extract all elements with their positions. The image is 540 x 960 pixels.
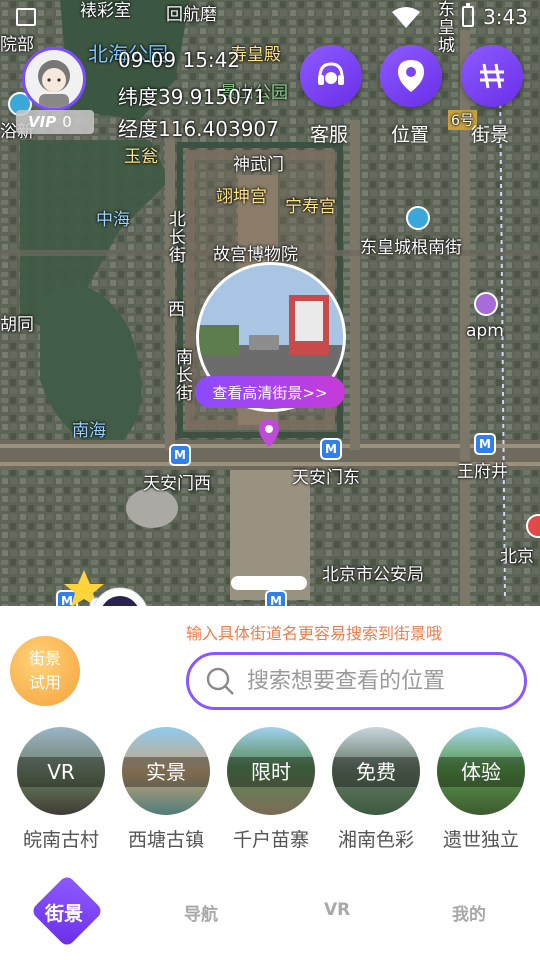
category-item[interactable]: 实景 西塘古镇 <box>120 727 212 852</box>
customer-service-label: 客服 <box>310 124 349 146</box>
search-hint: 输入具体街道名更容易搜索到街景哦 <box>186 624 443 643</box>
map-label: 胡同 <box>0 315 34 335</box>
vip-count: 0 <box>62 113 72 131</box>
vip-badge[interactable]: VIP 0 <box>16 110 94 134</box>
view-hd-street-view-button[interactable]: 查看高清街景>> <box>195 376 345 408</box>
status-bar: 3:43 <box>0 0 540 34</box>
category-item[interactable]: VR 皖南古村 <box>15 727 107 852</box>
metro-icon: M <box>474 433 496 455</box>
customer-service-button[interactable] <box>300 45 362 107</box>
sheet-drag-handle[interactable] <box>231 576 307 590</box>
category-thumbnail: VR <box>17 727 105 815</box>
tab-label: 街景 <box>45 903 84 925</box>
trial-label-line1: 街景 <box>28 649 61 668</box>
category-name: 湘南色彩 <box>337 829 414 851</box>
map-label: 翊坤宫 <box>216 187 267 207</box>
vip-label: VIP <box>28 113 57 131</box>
category-name: 皖南古村 <box>22 829 99 851</box>
category-item[interactable]: 限时 千户苗寨 <box>225 727 317 852</box>
trial-label-line2: 试用 <box>28 673 61 692</box>
location-pin-icon <box>398 60 424 92</box>
map-label: 王府井 <box>457 462 508 482</box>
metro-icon: M <box>265 590 287 606</box>
category-name: 遗世独立 <box>442 829 519 851</box>
category-tag: 免费 <box>332 757 420 787</box>
satellite-map[interactable]: 院部 浴新 裱彩室 回航磨 北海公园 寿皇殿 景山公园 东皇城 玉瓮 神武门 翊… <box>0 0 540 606</box>
map-label: 宁寿宫 <box>285 197 336 217</box>
street-view-icon <box>480 63 504 89</box>
bottom-sheet: 输入具体街道名更容易搜索到街景哦 街景 试用 VR 皖南古村 实景 西塘古镇 限… <box>0 606 540 960</box>
category-list: VR 皖南古村 实景 西塘古镇 限时 千户苗寨 免费 湘南色彩 体验 遗世独立 <box>0 727 540 857</box>
location-label: 位置 <box>391 124 430 146</box>
search-input[interactable] <box>247 668 507 694</box>
metro-icon: M <box>169 444 191 466</box>
metro-icon: M <box>320 438 342 460</box>
latitude-text: 纬度39.915071 <box>118 85 267 109</box>
category-item[interactable]: 免费 湘南色彩 <box>330 727 422 852</box>
category-tag: 实景 <box>122 757 210 787</box>
location-button[interactable] <box>380 45 442 107</box>
avatar[interactable] <box>22 47 86 111</box>
category-tag: VR <box>17 757 105 787</box>
tab-vr[interactable]: VR <box>324 900 350 920</box>
map-label: 南海 <box>72 421 106 441</box>
street-view-trial-button[interactable]: 街景 试用 <box>10 636 80 706</box>
battery-icon <box>462 3 474 27</box>
search-icon <box>206 667 234 695</box>
map-label: 北京 <box>500 547 534 567</box>
category-name: 千户苗寨 <box>232 829 309 851</box>
category-tag: 体验 <box>437 757 525 787</box>
street-view-button[interactable] <box>461 45 523 107</box>
category-thumbnail: 限时 <box>227 727 315 815</box>
map-label: 南长街 <box>172 348 192 402</box>
map-label: 天安门东 <box>292 468 360 488</box>
category-item[interactable]: 体验 遗世独立 <box>435 727 527 852</box>
map-label: apm <box>466 321 504 341</box>
bottom-tab-bar: 街景 导航 VR 我的 <box>0 874 540 960</box>
category-tag: 限时 <box>227 757 315 787</box>
map-label: 东皇城根南街 <box>360 238 462 258</box>
map-label: 北长街 <box>165 210 185 264</box>
category-thumbnail: 体验 <box>437 727 525 815</box>
map-pin-icon <box>259 419 279 447</box>
map-label: 玉瓮 <box>124 147 158 167</box>
tab-navigation[interactable]: 导航 <box>184 900 218 925</box>
map-label: 故宫博物院 <box>213 245 298 265</box>
headset-icon <box>318 62 344 85</box>
gallery-icon <box>16 8 36 26</box>
category-thumbnail: 实景 <box>122 727 210 815</box>
map-label: 西 <box>168 300 185 320</box>
map-label: 北京市公安局 <box>322 565 424 585</box>
map-label: 神武门 <box>233 155 284 175</box>
tab-mine[interactable]: 我的 <box>452 900 486 925</box>
astronaut-avatar-icon <box>38 60 70 108</box>
map-label: 天安门西 <box>143 474 211 494</box>
search-box[interactable] <box>186 652 527 710</box>
category-thumbnail: 免费 <box>332 727 420 815</box>
map-label: 中海 <box>96 210 130 230</box>
longitude-text: 经度116.403907 <box>118 117 279 141</box>
datetime-text: 09-09 15:42 <box>118 48 241 72</box>
shopping-icon <box>474 292 498 316</box>
wifi-icon <box>392 7 420 28</box>
clock: 3:43 <box>483 5 528 29</box>
category-name: 西塘古镇 <box>127 829 204 851</box>
bank-icon <box>406 206 430 230</box>
street-view-label: 街景 <box>471 124 510 146</box>
